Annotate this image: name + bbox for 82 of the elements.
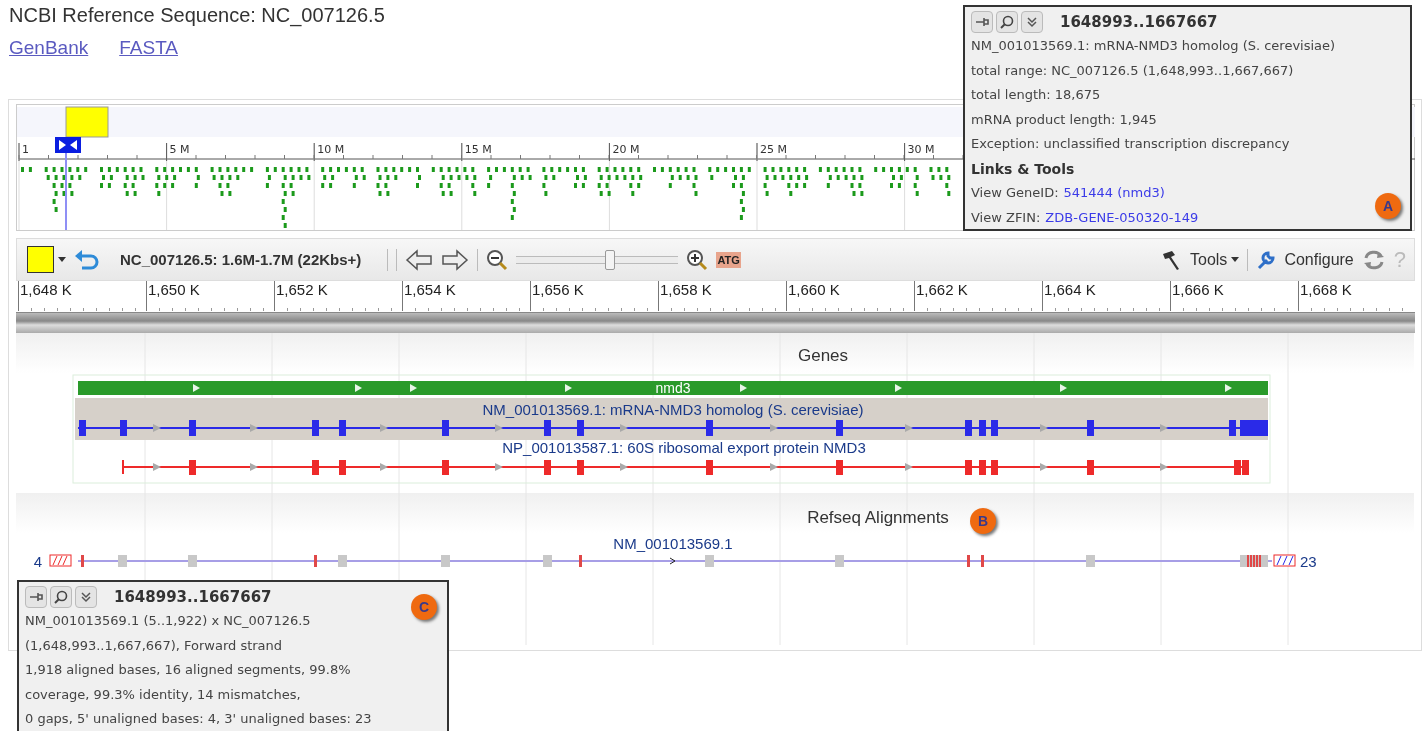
protein-label: NP_001013587.1: 60S ribosomal export protein NMD3	[502, 439, 866, 456]
overview-tick-label: 20 M	[612, 143, 640, 156]
ruler-tick-label: 1,648 K	[19, 281, 72, 298]
ruler-tick-label: 1,652 K	[275, 281, 328, 298]
callout-badge: A	[1375, 193, 1401, 219]
zoom-in-icon[interactable]	[686, 248, 709, 271]
pin-icon[interactable]	[25, 586, 47, 608]
transcript-label: NM_001013569.1: mRNA-NMD3 homolog (S. cerevisiae)	[482, 401, 864, 418]
callout-badge: C	[411, 594, 437, 620]
tooltip-line: total length: 18,675	[971, 86, 1102, 104]
color-picker-button[interactable]	[27, 246, 66, 273]
protein-model-drawing[interactable]	[122, 459, 1249, 475]
direction-arrow-icon	[193, 384, 200, 392]
ruler-tick-label: 1,660 K	[787, 281, 840, 298]
left-arrow-icon[interactable]	[405, 247, 434, 272]
overview-tick-label: 25 M	[760, 143, 787, 156]
pin-icon[interactable]	[971, 11, 993, 33]
overview-tick-label: 15 M	[464, 143, 492, 156]
overview-tick-label: 1	[22, 143, 29, 156]
caret-icon	[1231, 257, 1240, 262]
mrna-model-drawing[interactable]	[77, 420, 1269, 436]
expand-icon[interactable]	[1021, 11, 1043, 33]
ruler-tick-label: 1,654 K	[403, 281, 456, 298]
tooltip-line: total range: NC_007126.5 (1,648,993..1,667,667)	[971, 61, 1295, 80]
tooltip-link[interactable]: 541444 (nmd3)	[1063, 181, 1165, 206]
direction-arrow-icon	[1060, 384, 1067, 392]
tooltip-title: 1648993..1667667	[114, 588, 272, 606]
direction-arrow-icon	[740, 384, 747, 392]
tooltip-link[interactable]: ZDB-GENE-050320-149	[1045, 205, 1199, 230]
track-title: Genes	[797, 346, 849, 365]
overview-tick-label: 5 M	[169, 143, 190, 156]
expand-icon[interactable]	[75, 586, 97, 608]
sequence-button[interactable]: ATG	[716, 251, 741, 268]
ruler-tick-label: 1,666 K	[1171, 281, 1224, 298]
tooltip-line: 0 gaps, 5' unaligned bases: 4, 3' unaligned bases: 23	[25, 710, 373, 728]
right-arrow-icon[interactable]	[441, 247, 470, 272]
tooltip-line: NM_001013569.1: mRNA-NMD3 homolog (S. cerevisiae)	[971, 37, 1337, 55]
location-label: NC_007126.5: 1.6M-1.7M (22Kbs+)	[120, 251, 362, 268]
search-icon[interactable]	[50, 586, 72, 608]
tooltip-title: 1648993..1667667	[1060, 13, 1218, 31]
region-marker[interactable]	[55, 137, 81, 230]
zoom-out-icon[interactable]	[486, 248, 509, 271]
configure-button[interactable]: Configure	[1284, 250, 1354, 269]
ruler-tick-label: 1,658 K	[659, 281, 712, 298]
format-link[interactable]: FASTA	[119, 37, 178, 59]
alignment-label: NM_001013569.1	[613, 535, 733, 552]
caret-icon	[58, 257, 66, 262]
direction-arrow-icon	[355, 384, 362, 392]
direction-arrow-icon	[565, 384, 572, 392]
unaligned-count: 4	[33, 553, 42, 570]
ruler-tick-label: 1,664 K	[1043, 281, 1096, 298]
tooltip-link-label: View ZFIN:	[971, 208, 1041, 227]
wrench-icon	[1256, 249, 1277, 270]
ruler-tick-label: 1,662 K	[915, 281, 968, 298]
tooltip-line: (1,648,993..1,667,667), Forward strand	[25, 636, 284, 655]
unaligned-tail-icon	[1273, 554, 1296, 567]
direction-arrow-icon	[895, 384, 902, 392]
tools-menu-button[interactable]: Tools	[1190, 250, 1240, 269]
overview-tick-label: 10 M	[317, 143, 345, 156]
direction-arrow-icon	[410, 384, 417, 392]
ruler-tick-label: 1,668 K	[1299, 281, 1352, 298]
format-link[interactable]: GenBank	[9, 37, 89, 59]
undo-icon[interactable]	[74, 247, 100, 272]
tooltip-line: Exception: unclassified transcription discrepancy	[971, 135, 1291, 153]
track-title: Refseq Alignments	[807, 508, 949, 527]
unaligned-tail-icon	[49, 554, 72, 567]
hammer-icon	[1160, 248, 1182, 271]
tooltip-section-title: Links & Tools	[971, 159, 1076, 179]
tooltip-line: 1,918 aligned bases, 16 aligned segments, 99.8%	[25, 661, 352, 679]
overview-tick-label: 30 M	[907, 143, 935, 156]
ruler-tick-label: 1,656 K	[531, 281, 584, 298]
tooltip-link-label: View GeneID:	[971, 184, 1059, 202]
unaligned-count: 23	[1300, 553, 1317, 570]
page-title: NCBI Reference Sequence: NC_007126.5	[9, 4, 385, 27]
tooltip-line: mRNA product length: 1,945	[971, 110, 1158, 129]
gene-label: nmd3	[655, 380, 691, 396]
alignment-drawing[interactable]	[77, 555, 1273, 567]
ruler-tick-label: 1,650 K	[147, 281, 200, 298]
tooltip-line: NM_001013569.1 (5..1,922) x NC_007126.5	[25, 612, 312, 630]
tooltip-line: coverage, 99.3% identity, 14 mismatches,	[25, 685, 302, 704]
search-icon[interactable]	[996, 11, 1018, 33]
direction-arrow-icon	[1225, 384, 1232, 392]
